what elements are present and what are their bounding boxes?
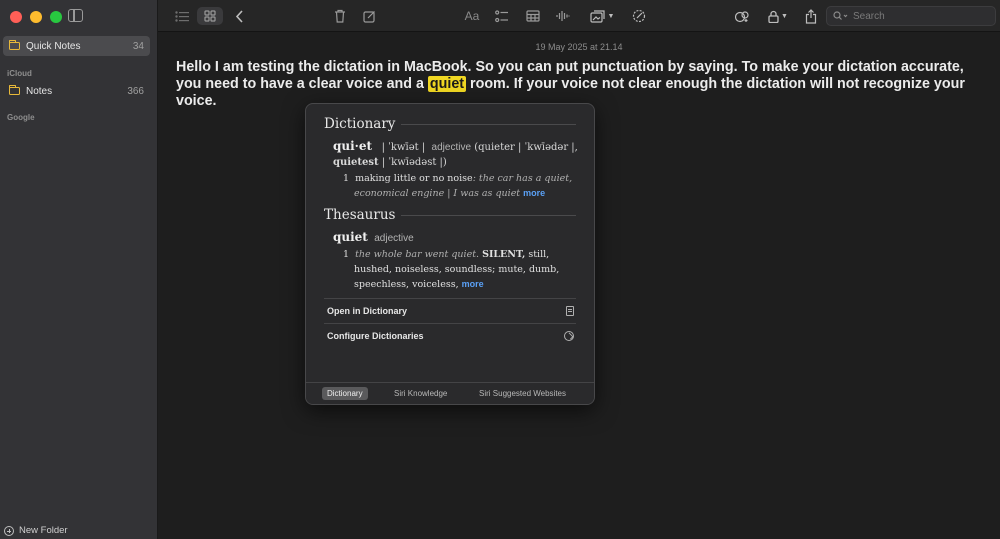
new-folder-button[interactable]: New Folder bbox=[4, 525, 68, 536]
thesaurus-more-link[interactable]: more bbox=[462, 279, 484, 289]
sense-number: 1 bbox=[343, 173, 350, 184]
markup-icon[interactable] bbox=[631, 7, 647, 25]
table-icon[interactable] bbox=[525, 7, 541, 25]
dictionary-more-link[interactable]: more bbox=[523, 188, 545, 198]
thesaurus-sense: 1 the whole bar went quiet. SILENT, stil… bbox=[343, 247, 583, 292]
dictionary-entry: qui·et | ˈkwīət | adjective (quieter | ˈ… bbox=[333, 139, 583, 170]
dictionary-headword: qui·et bbox=[333, 139, 373, 153]
checklist-icon[interactable] bbox=[494, 7, 510, 25]
lookup-popover: Dictionary qui·et | ˈkwīət | adjective (… bbox=[305, 103, 595, 405]
zoom-window-icon[interactable] bbox=[50, 11, 62, 23]
trash-icon[interactable] bbox=[332, 7, 348, 25]
share-icon[interactable] bbox=[803, 7, 819, 25]
tab-siri-suggested-websites[interactable]: Siri Suggested Websites bbox=[474, 387, 571, 400]
thesaurus-key-synonym: SILENT, bbox=[482, 249, 526, 260]
lookup-source-tabs: Dictionary Siri Knowledge Siri Suggested… bbox=[306, 382, 594, 404]
thesaurus-heading: Thesaurus bbox=[324, 207, 396, 223]
open-in-dictionary-label: Open in Dictionary bbox=[327, 305, 408, 316]
audio-waveform-icon[interactable] bbox=[555, 7, 571, 25]
minimize-window-icon[interactable] bbox=[30, 11, 42, 23]
gauge-icon bbox=[564, 330, 574, 341]
thesaurus-headword: quiet bbox=[333, 230, 368, 244]
tab-dictionary[interactable]: Dictionary bbox=[322, 387, 368, 400]
sidebar-item-notes[interactable]: Notes 366 bbox=[3, 81, 150, 101]
format-text-icon[interactable]: Aa bbox=[462, 7, 482, 25]
dictionary-part-of-speech: adjective bbox=[431, 142, 472, 153]
lock-icon[interactable]: ▼ bbox=[765, 7, 791, 25]
dictionary-section-heading: Dictionary bbox=[324, 116, 576, 132]
book-icon bbox=[566, 305, 574, 316]
highlighted-word[interactable]: quiet bbox=[427, 76, 467, 92]
divider bbox=[401, 214, 576, 216]
window-controls bbox=[10, 11, 62, 23]
plus-circle-icon bbox=[4, 525, 14, 536]
sidebar-item-count: 366 bbox=[127, 85, 144, 97]
open-in-dictionary-button[interactable]: Open in Dictionary bbox=[324, 298, 576, 322]
toolbar: Aa ▼ ▼ bbox=[158, 0, 1000, 32]
dictionary-forms-a: (quieter | bbox=[474, 142, 522, 153]
dictionary-forms-d: | ˈkwīədəst |) bbox=[381, 157, 447, 168]
tab-siri-knowledge[interactable]: Siri Knowledge bbox=[389, 387, 452, 400]
thesaurus-part-of-speech: adjective bbox=[374, 233, 414, 244]
folder-icon bbox=[9, 40, 20, 50]
dictionary-forms-b: ˈkwīədər |, bbox=[524, 142, 578, 153]
search-input[interactable] bbox=[853, 10, 993, 22]
divider bbox=[401, 123, 576, 125]
thesaurus-example: the whole bar went quiet. bbox=[355, 249, 480, 260]
thesaurus-entry: quiet adjective bbox=[333, 230, 583, 246]
sense-definition: making little or no noise bbox=[355, 173, 473, 184]
close-window-icon[interactable] bbox=[10, 11, 22, 23]
note-date: 19 May 2025 at 21.14 bbox=[535, 42, 623, 52]
sidebar-item-quick-notes[interactable]: Quick Notes 34 bbox=[3, 36, 150, 56]
sidebar-section-google: Google bbox=[7, 113, 35, 122]
sense-number: 1 bbox=[343, 249, 350, 260]
compose-icon[interactable] bbox=[361, 7, 377, 25]
dictionary-forms-c: quietest bbox=[333, 157, 379, 168]
dictionary-pronunciation: | ˈkwīət | bbox=[381, 142, 426, 153]
sidebar-item-count: 34 bbox=[132, 40, 144, 52]
collaborate-icon[interactable] bbox=[734, 7, 750, 25]
search-field[interactable] bbox=[826, 6, 996, 26]
configure-dictionaries-label: Configure Dictionaries bbox=[327, 330, 424, 341]
folder-icon bbox=[9, 85, 20, 95]
sidebar-section-icloud: iCloud bbox=[7, 69, 32, 78]
sidebar-toggle-icon[interactable] bbox=[68, 9, 83, 22]
configure-dictionaries-button[interactable]: Configure Dictionaries bbox=[324, 323, 576, 347]
media-menu-icon[interactable]: ▼ bbox=[586, 7, 618, 25]
back-chevron-icon[interactable] bbox=[232, 7, 246, 25]
sidebar-item-label: Notes bbox=[26, 85, 53, 97]
new-folder-label: New Folder bbox=[19, 525, 68, 536]
dictionary-sense: 1 making little or no noise: the car has… bbox=[343, 171, 583, 201]
sidebar-item-label: Quick Notes bbox=[26, 40, 81, 52]
dictionary-heading: Dictionary bbox=[324, 116, 396, 132]
sidebar: Quick Notes 34 iCloud Notes 366 Google N… bbox=[0, 0, 158, 539]
gallery-view-icon[interactable] bbox=[197, 7, 223, 25]
thesaurus-section-heading: Thesaurus bbox=[324, 207, 576, 223]
list-view-icon[interactable] bbox=[174, 7, 190, 25]
search-icon bbox=[833, 11, 848, 20]
